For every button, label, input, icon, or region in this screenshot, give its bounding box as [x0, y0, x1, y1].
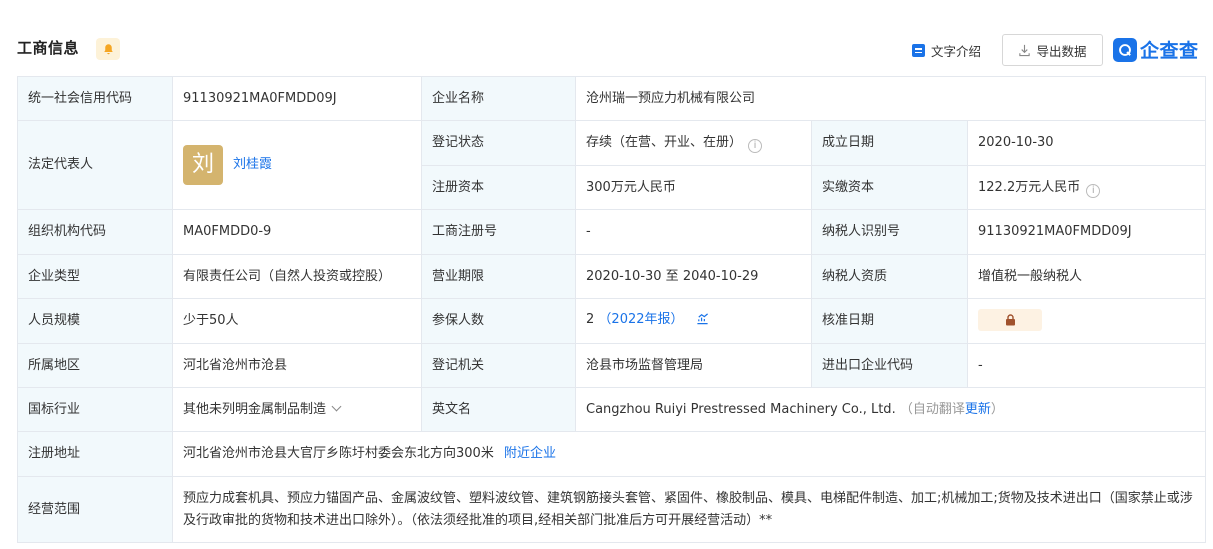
qichacha-logo: 企查查 [1113, 36, 1199, 63]
table-row: 法定代表人 刘 刘桂霞 登记状态 存续（在营、开业、在册） i 成立日期 2020… [17, 120, 1207, 210]
staff-size-value: 少于50人 [172, 298, 422, 344]
company-type-label: 企业类型 [17, 254, 173, 299]
insured-cell: 2 （2022年报） [575, 298, 812, 344]
insured-value: 2 [586, 312, 595, 327]
table-row: 经营范围 预应力成套机具、预应力锚固产品、金属波纹管、塑料波纹管、建筑钢筋接头套… [17, 476, 1207, 543]
reg-status-value: 存续（在营、开业、在册） [586, 135, 743, 150]
industry-value: 其他未列明金属制品制造 [183, 401, 327, 417]
table-row: 统一社会信用代码 91130921MA0FMDD09J 企业名称 沧州瑞一预应力… [17, 76, 1207, 121]
industry-dropdown[interactable]: 其他未列明金属制品制造 [172, 387, 422, 432]
taxpayer-id-label: 纳税人识别号 [811, 209, 968, 255]
business-term-label: 营业期限 [421, 254, 576, 299]
table-row: 所属地区 河北省沧州市沧县 登记机关 沧县市场监督管理局 进出口企业代码 - [17, 343, 1207, 388]
reg-authority-label: 登记机关 [421, 343, 576, 388]
legal-rep-label: 法定代表人 [17, 120, 173, 210]
english-name-cell: Cangzhou Ruiyi Prestressed Machinery Co.… [574, 387, 1207, 432]
taxpayer-qual-label: 纳税人资质 [811, 254, 968, 299]
table-row: 组织机构代码 MA0FMDD0-9 工商注册号 - 纳税人识别号 9113092… [17, 209, 1207, 255]
reg-capital-value: 300万元人民币 [575, 165, 812, 210]
reg-no-label: 工商注册号 [421, 209, 576, 255]
region-label: 所属地区 [17, 343, 173, 388]
industry-label: 国标行业 [17, 387, 173, 432]
english-name-label: 英文名 [421, 387, 576, 432]
auto-translate-close: ） [990, 401, 1004, 417]
import-export-value: - [966, 343, 1207, 388]
company-name-value: 沧州瑞一预应力机械有限公司 [574, 76, 1207, 121]
business-term-value: 2020-10-30 至 2040-10-29 [575, 254, 812, 299]
address-label: 注册地址 [17, 431, 173, 477]
section-header: 工商信息 文字介绍 导出数据 企查查 [0, 0, 1213, 76]
scope-label: 经营范围 [17, 476, 173, 543]
export-data-button[interactable]: 导出数据 [1002, 34, 1103, 66]
reg-status-cell: 存续（在营、开业、在册） i [575, 120, 812, 166]
address-value: 河北省沧州市沧县大官厅乡陈圩村委会东北方向300米 [183, 446, 494, 461]
reg-authority-value: 沧县市场监督管理局 [575, 343, 812, 388]
taxpayer-qual-value: 增值税一般纳税人 [966, 254, 1207, 299]
english-name-value: Cangzhou Ruiyi Prestressed Machinery Co.… [586, 401, 896, 417]
section-title: 工商信息 [17, 39, 80, 57]
credit-code-label: 统一社会信用代码 [17, 76, 173, 121]
lock-icon [1005, 314, 1015, 326]
table-row: 国标行业 其他未列明金属制品制造 英文名 Cangzhou Ruiyi Pres… [17, 387, 1207, 432]
table-row: 企业类型 有限责任公司（自然人投资或控股） 营业期限 2020-10-30 至 … [17, 254, 1207, 299]
annual-report-link[interactable]: （2022年报） [598, 312, 683, 327]
logo-icon [1113, 37, 1137, 62]
nearby-companies-link[interactable]: 附近企业 [504, 446, 556, 461]
org-code-label: 组织机构代码 [17, 209, 173, 255]
business-info-table: 统一社会信用代码 91130921MA0FMDD09J 企业名称 沧州瑞一预应力… [17, 76, 1207, 543]
info-icon[interactable]: i [748, 139, 763, 153]
address-cell: 河北省沧州市沧县大官厅乡陈圩村委会东北方向300米 附近企业 [171, 431, 1207, 477]
info-icon[interactable]: i [1086, 183, 1101, 198]
legal-rep-name-link[interactable]: 刘桂霞 [233, 155, 272, 175]
update-link[interactable]: 更新 [965, 402, 991, 417]
org-code-value: MA0FMDD0-9 [172, 209, 422, 255]
download-icon [1019, 44, 1031, 56]
trend-chart-icon[interactable] [696, 312, 709, 332]
auto-translate-note: （自动翻译 [899, 401, 965, 417]
reg-capital-label: 注册资本 [421, 165, 576, 210]
paid-capital-label: 实缴资本 [811, 165, 968, 210]
approval-date-label: 核准日期 [811, 298, 968, 344]
paid-capital-cell: 122.2万元人民币 i [966, 165, 1207, 210]
logo-text: 企查查 [1140, 40, 1199, 62]
import-export-label: 进出口企业代码 [811, 343, 968, 388]
document-icon [912, 44, 925, 57]
scope-value: 预应力成套机具、预应力锚固产品、金属波纹管、塑料波纹管、建筑钢筋接头套管、紧固件… [171, 476, 1207, 543]
insured-label: 参保人数 [421, 298, 576, 344]
chevron-down-icon[interactable] [331, 401, 342, 411]
reg-no-value: - [575, 209, 812, 255]
approval-date-cell [966, 298, 1207, 344]
bell-icon[interactable] [96, 38, 120, 60]
export-data-label: 导出数据 [1036, 43, 1087, 59]
avatar[interactable]: 刘 [183, 145, 223, 185]
founded-value: 2020-10-30 [966, 120, 1207, 166]
legal-rep-cell: 刘 刘桂霞 [172, 120, 422, 210]
company-type-value: 有限责任公司（自然人投资或控股） [172, 254, 422, 299]
table-row: 注册地址 河北省沧州市沧县大官厅乡陈圩村委会东北方向300米 附近企业 [17, 431, 1207, 477]
staff-size-label: 人员规模 [17, 298, 173, 344]
vip-lock[interactable] [978, 309, 1042, 331]
text-intro-button[interactable]: 文字介绍 [912, 41, 981, 60]
text-intro-label: 文字介绍 [931, 44, 982, 59]
taxpayer-id-value: 91130921MA0FMDD09J [966, 209, 1207, 255]
company-name-label: 企业名称 [421, 76, 576, 121]
reg-status-label: 登记状态 [421, 120, 576, 166]
paid-capital-value: 122.2万元人民币 [978, 179, 1081, 195]
founded-label: 成立日期 [811, 120, 968, 166]
table-row: 人员规模 少于50人 参保人数 2 （2022年报） 核准日期 [17, 298, 1207, 344]
credit-code-value: 91130921MA0FMDD09J [172, 76, 422, 121]
region-value: 河北省沧州市沧县 [172, 343, 422, 388]
